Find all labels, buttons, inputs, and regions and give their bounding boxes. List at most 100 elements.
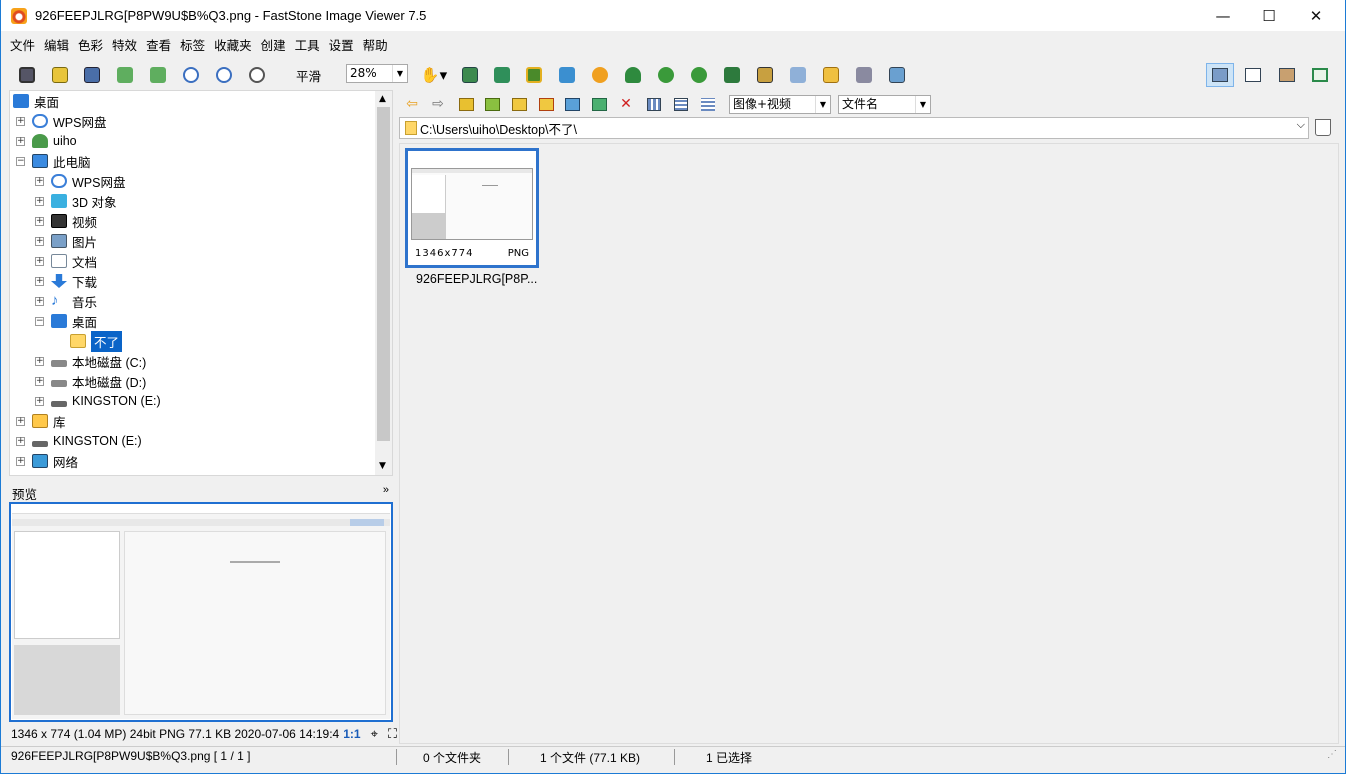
file-filter-select[interactable]: 图像+视频 ▼ <box>729 95 831 114</box>
folder-tree[interactable]: 桌面 + WPS网盘 + uiho − 此电脑 + WPS网盘 + 3D 对象 … <box>9 90 393 476</box>
tree-item-desktop-root[interactable]: 桌面 <box>13 91 59 111</box>
crop-button[interactable] <box>523 64 545 86</box>
flip-button[interactable] <box>721 64 743 86</box>
fullscreen-button[interactable] <box>1306 63 1334 87</box>
thumbnail-browser[interactable]: 1346x774 PNG 926FEEPJLRG[P8P... <box>399 143 1339 744</box>
menu-settings[interactable]: 设置 <box>329 35 354 54</box>
tree-item-user[interactable]: uiho <box>32 131 77 151</box>
layout-single-button[interactable] <box>1273 63 1301 87</box>
list-view-button[interactable] <box>672 95 690 113</box>
details-view-button[interactable] <box>699 95 717 113</box>
stamp-button[interactable] <box>622 64 644 86</box>
color-balance-button[interactable] <box>556 64 578 86</box>
tree-item-videos[interactable]: 视频 <box>51 211 97 231</box>
collapse-toggle[interactable]: − <box>16 157 25 166</box>
tree-item-pictures[interactable]: 图片 <box>51 231 97 251</box>
open-button[interactable] <box>49 64 71 86</box>
tree-item-drive-d[interactable]: 本地磁盘 (D:) <box>51 371 146 391</box>
menu-edit[interactable]: 编辑 <box>44 35 69 54</box>
expand-toggle[interactable]: + <box>35 297 44 306</box>
expand-toggle[interactable]: + <box>35 397 44 406</box>
expand-toggle[interactable]: + <box>35 197 44 206</box>
menu-favorites[interactable]: 收藏夹 <box>214 35 252 54</box>
back-button[interactable]: ⇦ <box>403 95 421 113</box>
forward-button[interactable]: ⇨ <box>429 95 447 113</box>
expand-toggle[interactable]: + <box>35 277 44 286</box>
zoom-in-button[interactable] <box>180 64 202 86</box>
tree-item-wps-cloud[interactable]: WPS网盘 <box>32 111 106 131</box>
print-button[interactable] <box>853 64 875 86</box>
tree-item-downloads[interactable]: 下载 <box>51 271 97 291</box>
thumbnails-view-button[interactable] <box>645 95 663 113</box>
new-folder-button[interactable] <box>537 95 555 113</box>
slideshow-button[interactable] <box>459 64 481 86</box>
compare-button[interactable] <box>754 64 776 86</box>
save-button[interactable] <box>81 64 103 86</box>
menu-help[interactable]: 帮助 <box>363 35 388 54</box>
expand-toggle[interactable]: + <box>35 377 44 386</box>
tree-item-this-pc[interactable]: 此电脑 <box>32 151 91 171</box>
layout-preview-button[interactable] <box>1239 63 1267 87</box>
menu-tools[interactable]: 工具 <box>295 35 320 54</box>
expand-toggle[interactable]: + <box>35 217 44 226</box>
tree-item-library[interactable]: 库 <box>32 411 66 431</box>
expand-toggle[interactable]: + <box>35 237 44 246</box>
effects-button[interactable] <box>589 64 611 86</box>
scroll-down-icon[interactable]: ▼ <box>379 461 386 471</box>
rotate-left-button[interactable] <box>655 64 677 86</box>
chevron-down-icon[interactable]: ⌵ <box>1297 119 1305 132</box>
copy-to-button[interactable] <box>563 95 581 113</box>
menu-color[interactable]: 色彩 <box>78 35 103 54</box>
menu-file[interactable]: 文件 <box>10 35 35 54</box>
tree-item-3d-objects[interactable]: 3D 对象 <box>51 191 116 211</box>
expand-toggle[interactable]: + <box>16 117 25 126</box>
scanner-button[interactable] <box>787 64 809 86</box>
zoom-out-button[interactable] <box>213 64 235 86</box>
expand-toggle[interactable]: + <box>16 437 25 446</box>
rotate-right-button[interactable] <box>688 64 710 86</box>
delete-button[interactable]: ✕ <box>617 95 635 113</box>
minimize-button[interactable]: — <box>1200 0 1246 31</box>
expand-toggle[interactable]: + <box>16 137 25 146</box>
resize-grip-icon[interactable]: ⋰ <box>1327 749 1337 760</box>
batch-button[interactable] <box>886 64 908 86</box>
next-button[interactable] <box>147 64 169 86</box>
expand-toggle[interactable]: + <box>35 357 44 366</box>
tree-item-music[interactable]: ♪ 音乐 <box>51 291 97 311</box>
previous-button[interactable] <box>114 64 136 86</box>
scroll-up-icon[interactable]: ▲ <box>379 94 386 104</box>
menu-effects[interactable]: 特效 <box>112 35 137 54</box>
zoom-select[interactable]: 28% ▼ <box>346 64 408 83</box>
expand-toggle[interactable]: + <box>35 177 44 186</box>
move-to-button[interactable] <box>590 95 608 113</box>
tree-item-kingston[interactable]: KINGSTON (E:) <box>32 431 142 451</box>
resize-button[interactable] <box>491 64 513 86</box>
fullscreen-preview-icon[interactable]: ⛶ <box>388 726 397 742</box>
collapse-preview-icon[interactable]: » <box>383 484 389 496</box>
favorites-button[interactable] <box>510 95 528 113</box>
actual-size-ratio[interactable]: 1:1 <box>343 727 360 741</box>
recycle-bin-icon[interactable] <box>1315 119 1331 136</box>
layout-browser-button[interactable] <box>1206 63 1234 87</box>
close-button[interactable]: ✕ <box>1293 0 1339 31</box>
email-button[interactable] <box>820 64 842 86</box>
menu-create[interactable]: 创建 <box>261 35 286 54</box>
expand-toggle[interactable]: + <box>16 417 25 426</box>
expand-toggle[interactable]: + <box>35 257 44 266</box>
tree-item-wps-cloud-pc[interactable]: WPS网盘 <box>51 171 125 191</box>
address-bar[interactable]: C:\Users\uiho\Desktop\不了\ ⌵ <box>399 117 1309 139</box>
tree-item-documents[interactable]: 文档 <box>51 251 97 271</box>
menu-view[interactable]: 查看 <box>146 35 171 54</box>
menu-tags[interactable]: 标签 <box>180 35 205 54</box>
acquire-camera-button[interactable] <box>16 64 38 86</box>
maximize-button[interactable]: ☐ <box>1246 0 1292 31</box>
actual-size-button[interactable] <box>246 64 268 86</box>
thumbnail-card[interactable]: 1346x774 PNG <box>405 148 539 268</box>
fit-window-icon[interactable]: ⌖ <box>371 726 378 742</box>
expand-toggle[interactable]: + <box>16 457 25 466</box>
tree-item-folder-buliao[interactable]: 不了 <box>70 330 123 352</box>
scrollbar-thumb[interactable] <box>377 107 390 441</box>
tree-item-desktop[interactable]: 桌面 <box>51 311 97 331</box>
tree-scrollbar[interactable]: ▲ ▼ <box>375 91 392 475</box>
sort-select[interactable]: 文件名 ▼ <box>838 95 931 114</box>
